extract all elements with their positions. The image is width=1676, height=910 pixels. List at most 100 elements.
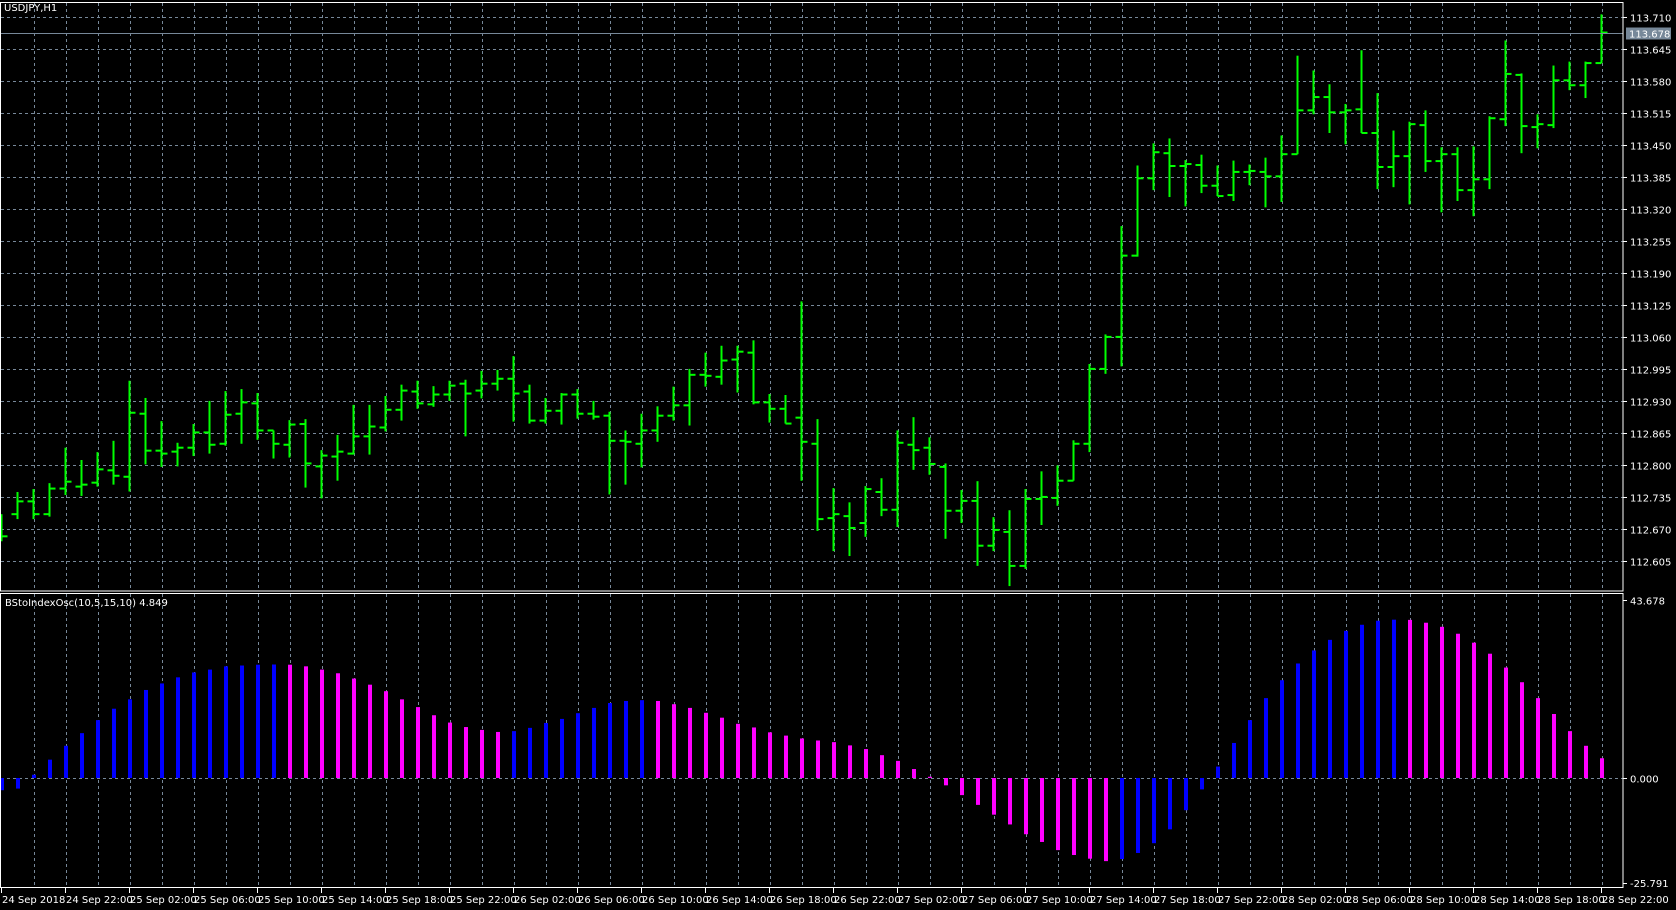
- ohlc-bar: [1179, 160, 1192, 207]
- ohlc-bar: [555, 393, 568, 425]
- time-axis-label: 24 Sep 22:00: [66, 895, 133, 906]
- trading-chart[interactable]: 113.710 113.645 113.580 113.515 113.450 113.3…: [0, 0, 1676, 910]
- ohlc-bar: [203, 400, 216, 454]
- histogram-bar: [1248, 720, 1252, 778]
- histogram-bar: [1552, 714, 1556, 778]
- histogram-bar: [256, 664, 260, 778]
- ohlc-bar: [795, 301, 808, 481]
- time-axis-label: 25 Sep 10:00: [258, 895, 325, 906]
- ohlc-bar: [1387, 130, 1400, 188]
- ohlc-bar: [1131, 165, 1144, 257]
- histogram-bar: [1104, 777, 1108, 862]
- ohlc-bar: [1451, 147, 1464, 201]
- histogram-bar: [736, 723, 740, 778]
- ohlc-bar: [0, 514, 8, 542]
- price-axis-label: 113.515: [1630, 110, 1671, 121]
- histogram-bar: [912, 769, 916, 778]
- price-axis-label: 113.385: [1630, 174, 1671, 185]
- ohlc-bar: [1355, 50, 1368, 135]
- time-axis-label: 27 Sep 02:00: [898, 895, 965, 906]
- ohlc-bar: [747, 340, 760, 405]
- price-axis-label: 113.190: [1630, 270, 1671, 281]
- histogram-bar: [560, 718, 564, 778]
- histogram-bar: [1472, 642, 1476, 778]
- ohlc-bar: [1019, 489, 1032, 569]
- histogram-bar: [1408, 619, 1412, 778]
- ohlc-bar: [635, 413, 648, 468]
- histogram-bar: [176, 677, 180, 778]
- time-axis-label: 26 Sep 22:00: [834, 895, 901, 906]
- time-axis-label: 26 Sep 14:00: [706, 895, 773, 906]
- price-axis-label: 112.670: [1630, 526, 1671, 537]
- histogram-bar: [112, 708, 116, 778]
- histogram-bar: [1056, 777, 1060, 851]
- ohlc-bar: [971, 481, 984, 566]
- time-axis-label: 27 Sep 22:00: [1218, 895, 1285, 906]
- time-axis-label: 27 Sep 06:00: [962, 895, 1029, 906]
- histogram-bar: [272, 664, 276, 778]
- histogram-bar: [1504, 667, 1508, 778]
- histogram-bar: [64, 745, 68, 778]
- ohlc-bar: [427, 386, 440, 407]
- ohlc-bar: [411, 380, 424, 409]
- ohlc-bar: [235, 389, 248, 444]
- histogram-bar: [1456, 633, 1460, 778]
- ohlc-bar: [107, 440, 120, 485]
- price-axis-label: 113.645: [1630, 46, 1671, 57]
- histogram-bar: [1232, 742, 1236, 778]
- indicator-label: BStoIndexOsc(10,5,15,10) 4.849: [5, 598, 168, 609]
- histogram-bar: [288, 664, 292, 778]
- ohlc-bar: [1531, 114, 1544, 149]
- time-axis-label: 28 Sep 10:00: [1410, 895, 1477, 906]
- histogram-bar: [848, 745, 852, 778]
- histogram-bar: [240, 665, 244, 778]
- ohlc-bar: [347, 404, 360, 455]
- ohlc-bar: [891, 430, 904, 527]
- ohlc-bar: [219, 391, 232, 446]
- time-axis-label: 25 Sep 18:00: [386, 895, 453, 906]
- ohlc-bar: [1371, 93, 1384, 190]
- ohlc-bar: [59, 447, 72, 495]
- time-axis-label: 25 Sep 06:00: [194, 895, 261, 906]
- time-axis-label: 26 Sep 10:00: [642, 895, 709, 906]
- histogram-bar: [816, 740, 820, 778]
- histogram-bar: [1088, 777, 1092, 859]
- histogram-bar: [832, 742, 836, 778]
- ohlc-bar: [11, 492, 24, 520]
- ohlc-bar: [603, 411, 616, 495]
- ohlc-bar: [1035, 471, 1048, 526]
- ohlc-bar: [1147, 143, 1160, 191]
- ohlc-bar: [1195, 154, 1208, 194]
- histogram-bar: [640, 700, 644, 778]
- price-axis-label: 112.605: [1630, 558, 1671, 569]
- time-axis-label: 28 Sep 22:00: [1602, 895, 1669, 906]
- ohlc-bar: [1003, 510, 1016, 587]
- price-bars: [0, 14, 1608, 587]
- ohlc-bar: [283, 420, 296, 458]
- price-axis-label: 112.735: [1630, 494, 1671, 505]
- ohlc-bar: [1323, 84, 1336, 134]
- ohlc-bar: [1211, 165, 1224, 198]
- histogram-bar: [496, 731, 500, 778]
- ohlc-bar: [571, 389, 584, 419]
- histogram-bar: [1264, 698, 1268, 778]
- ohlc-bar: [907, 417, 920, 470]
- histogram-bar: [1120, 777, 1124, 860]
- time-axis-label: 24 Sep 2018: [2, 895, 65, 906]
- histogram-bar: [1328, 639, 1332, 778]
- time-axis-label: 25 Sep 02:00: [130, 895, 197, 906]
- oscillator-axis-label: 0.000: [1630, 775, 1659, 786]
- ohlc-bar: [267, 429, 280, 459]
- ohlc-bar: [187, 424, 200, 457]
- histogram-bar: [1152, 777, 1156, 844]
- time-axis-label: 27 Sep 10:00: [1026, 895, 1093, 906]
- histogram-bar: [208, 669, 212, 778]
- ohlc-bar: [475, 370, 488, 399]
- histogram-bar: [1072, 777, 1076, 856]
- time-axis-label: 25 Sep 14:00: [322, 895, 389, 906]
- symbol-title: USDJPY,H1: [4, 3, 58, 14]
- histogram-bar: [864, 749, 868, 778]
- histogram-bar: [880, 755, 884, 778]
- ohlc-bar: [1339, 103, 1352, 145]
- ohlc-bar: [587, 400, 600, 420]
